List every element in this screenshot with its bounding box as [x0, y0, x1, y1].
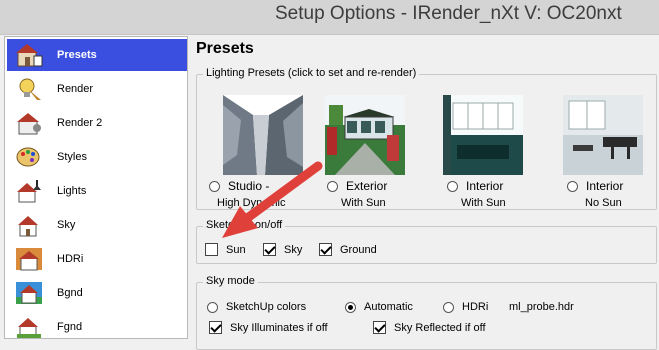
ground-checkbox[interactable]: Ground	[319, 243, 377, 256]
house-sky-icon	[13, 211, 45, 239]
sidebar-item-sky[interactable]: Sky	[7, 209, 187, 241]
window-title: Setup Options - IRender_nXt V: OC20nxt	[275, 3, 622, 24]
sketchup-colors-radio-circle[interactable]	[207, 301, 218, 313]
ground-checkbox-label: Ground	[340, 243, 377, 256]
lighting-presets-group: Lighting Presets (click to set and re-re…	[196, 67, 657, 210]
preset-interior-sun-line2: With Sun	[461, 197, 506, 209]
sky-mode-group: Sky mode SketchUp colors Automatic HDRi …	[196, 275, 657, 350]
sidebar-item-label: Bgnd	[57, 287, 83, 299]
sidebar-item-presets[interactable]: Presets	[7, 39, 187, 71]
window-titlebar: Setup Options - IRender_nXt V: OC20nxt	[0, 0, 659, 35]
sidebar-item-styles[interactable]: Styles	[7, 141, 187, 173]
house-icon	[13, 41, 45, 69]
sky-reflected-checkbox[interactable]: Sky Reflected if off	[373, 321, 486, 334]
sidebar-item-bgnd[interactable]: Bgnd	[7, 277, 187, 309]
sidebar-item-render[interactable]: Render	[7, 73, 187, 105]
hdri-label: HDRi	[462, 301, 489, 313]
preset-interior-nosun-line1: Interior	[586, 179, 624, 193]
sky-mode-sketchup-colors-radio[interactable]: SketchUp colors	[207, 301, 306, 313]
automatic-radio-circle[interactable]	[345, 301, 356, 313]
hdri-radio-circle[interactable]	[443, 301, 454, 313]
page-title: Presets	[196, 40, 254, 57]
lamp-house-icon	[13, 177, 45, 205]
preset-exterior-radio[interactable]: Exterior	[327, 179, 387, 193]
sidebar-item-label: Lights	[57, 185, 87, 197]
sky-checkbox-box[interactable]	[263, 243, 276, 256]
sidebar-item-label: Sky	[57, 219, 76, 231]
house-hdri-icon	[13, 245, 45, 273]
sun-checkbox[interactable]: Sun	[205, 243, 246, 256]
house-gear-icon	[13, 109, 45, 137]
main-panel: Presets Lighting Presets (click to set a…	[192, 36, 659, 350]
sidebar-item-label: Render 2	[57, 117, 103, 129]
sky-checkbox[interactable]: Sky	[263, 243, 302, 256]
sky-mode-automatic-radio[interactable]: Automatic	[345, 301, 413, 313]
sidebar-item-render-2[interactable]: Render 2	[7, 107, 187, 139]
preset-interior-nosun-radio[interactable]: Interior	[567, 179, 623, 193]
sidebar-item-label: HDRi	[57, 253, 84, 265]
sky-checkbox-label: Sky	[284, 243, 303, 256]
sky-reflected-checkbox-box[interactable]	[373, 321, 386, 334]
sun-checkbox-box[interactable]	[205, 243, 218, 256]
preset-exterior-thumbnail[interactable]	[325, 95, 405, 175]
lighting-presets-legend: Lighting Presets (click to set and re-re…	[203, 67, 420, 79]
house-background-icon	[13, 279, 45, 307]
preset-interior-sun-thumbnail[interactable]	[443, 95, 523, 175]
preset-studio-radio-circle[interactable]	[209, 180, 220, 192]
preset-exterior-line2: With Sun	[341, 197, 386, 209]
preset-interior-sun-line1: Interior	[466, 179, 504, 193]
sidebar-item-label: Fgnd	[57, 321, 83, 333]
sketchup-colors-label: SketchUp colors	[226, 301, 307, 313]
preset-studio-line1: Studio -	[228, 179, 270, 193]
sky-mode-hdri-radio[interactable]: HDRi	[443, 301, 488, 313]
hdri-filename: ml_probe.hdr	[509, 301, 574, 313]
preset-studio-radio[interactable]: Studio -	[209, 179, 269, 193]
automatic-label: Automatic	[364, 301, 413, 313]
preset-studio-line2: High Dynamic	[217, 197, 286, 209]
sky-mode-legend: Sky mode	[203, 275, 258, 287]
preset-interior-nosun-line2: No Sun	[585, 197, 622, 209]
sidebar-item-fgnd[interactable]: Fgnd	[7, 311, 187, 338]
sky-illuminates-checkbox[interactable]: Sky Illuminates if off	[209, 321, 328, 334]
ground-checkbox-box[interactable]	[319, 243, 332, 256]
sidebar-item-label: Render	[57, 83, 94, 95]
sidebar-item-label: Presets	[57, 49, 97, 61]
house-foreground-icon	[13, 313, 45, 338]
sky-illuminates-label: Sky Illuminates if off	[230, 321, 328, 334]
preset-interior-nosun-thumbnail[interactable]	[563, 95, 643, 175]
sidebar-item-hdri[interactable]: HDRi	[7, 243, 187, 275]
preset-interior-sun-radio[interactable]: Interior	[447, 179, 503, 193]
preset-studio-thumbnail[interactable]	[223, 95, 303, 175]
sketchup-onoff-legend: Sketchup on/off	[203, 219, 286, 231]
preset-exterior-radio-circle[interactable]	[327, 180, 338, 192]
sky-reflected-label: Sky Reflected if off	[394, 321, 486, 334]
light-bulb-icon	[13, 75, 45, 103]
sun-checkbox-label: Sun	[226, 243, 246, 256]
sidebar: Presets Render Render 2 Styles Lights Sk…	[4, 36, 188, 339]
sidebar-item-label: Styles	[57, 151, 87, 163]
sky-illuminates-checkbox-box[interactable]	[209, 321, 222, 334]
preset-exterior-line1: Exterior	[346, 179, 388, 193]
sketchup-onoff-group: Sketchup on/off Sun Sky Ground	[196, 219, 657, 264]
paint-palette-icon	[13, 143, 45, 171]
preset-interior-nosun-radio-circle[interactable]	[567, 180, 578, 192]
sidebar-item-lights[interactable]: Lights	[7, 175, 187, 207]
preset-interior-sun-radio-circle[interactable]	[447, 180, 458, 192]
